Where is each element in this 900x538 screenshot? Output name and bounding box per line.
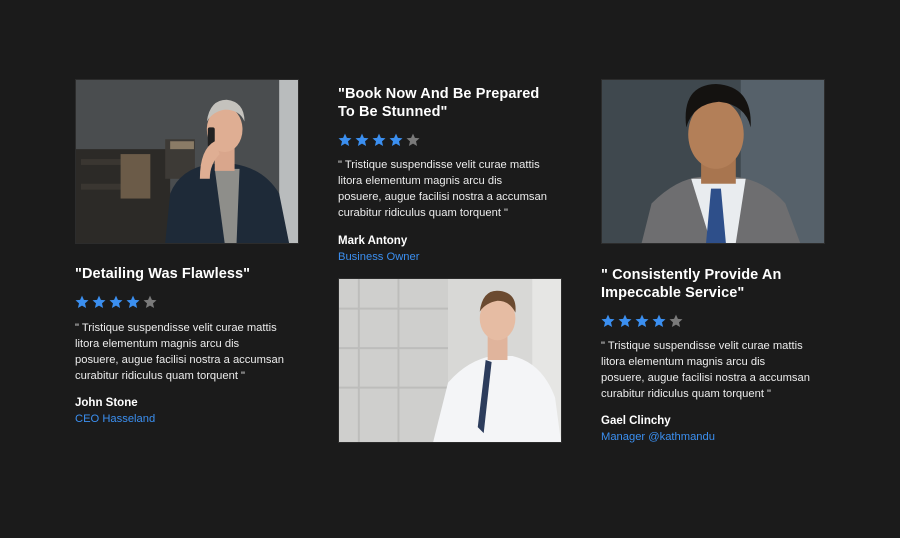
- star-filled-icon: [75, 295, 89, 308]
- star-filled-icon: [372, 133, 386, 146]
- title-line: To Be Stunned": [338, 104, 448, 120]
- quote-line: " Tristique suspendisse velit curae matt…: [601, 340, 803, 352]
- star-rating: [601, 314, 683, 328]
- testimonial-title: " Consistently Provide An Impeccable Ser…: [601, 266, 781, 302]
- author-name: Mark Antony: [338, 235, 408, 247]
- quote-line: curabitur ridiculus quam torquent ": [75, 370, 246, 382]
- title-line: Impeccable Service": [601, 285, 745, 301]
- author-name: John Stone: [75, 397, 138, 409]
- star-filled-icon: [601, 314, 615, 327]
- star-filled-icon: [92, 295, 106, 308]
- testimonial-title: "Book Now And Be Prepared To Be Stunned": [338, 85, 539, 121]
- star-filled-icon: [338, 133, 352, 146]
- star-rating: [75, 295, 157, 309]
- star-filled-icon: [389, 133, 403, 146]
- quote-line: posuere, augue facilisi nostra a accumsa…: [338, 191, 547, 203]
- author-role: CEO Hasseland: [75, 413, 156, 425]
- star-filled-icon: [618, 314, 632, 327]
- quote-line: " Tristique suspendisse velit curae matt…: [75, 322, 277, 334]
- quote-line: curabitur ridiculus quam torquent ": [338, 207, 509, 219]
- author-name: Gael Clinchy: [601, 415, 671, 427]
- photo-young-man-suit: [601, 79, 825, 244]
- author-role: Manager @kathmandu: [601, 431, 715, 443]
- testimonial-quote: " Tristique suspendisse velit curae matt…: [601, 338, 831, 402]
- photo-man-white-shirt: [338, 278, 562, 443]
- star-filled-icon: [652, 314, 666, 327]
- author-role: Business Owner: [338, 251, 420, 263]
- quote-line: curabitur ridiculus quam torquent ": [601, 388, 772, 400]
- star-filled-icon: [109, 295, 123, 308]
- testimonial-title: "Detailing Was Flawless": [75, 266, 251, 282]
- quote-line: " Tristique suspendisse velit curae matt…: [338, 159, 540, 171]
- quote-line: litora elementum magnis arcu dis: [601, 356, 766, 368]
- quote-line: litora elementum magnis arcu dis: [338, 175, 503, 187]
- star-empty-icon: [143, 295, 157, 308]
- star-filled-icon: [126, 295, 140, 308]
- quote-line: litora elementum magnis arcu dis: [75, 338, 240, 350]
- testimonial-quote: " Tristique suspendisse velit curae matt…: [338, 157, 568, 221]
- star-filled-icon: [355, 133, 369, 146]
- quote-line: posuere, augue facilisi nostra a accumsa…: [75, 354, 284, 366]
- star-filled-icon: [635, 314, 649, 327]
- star-rating: [338, 133, 420, 147]
- quote-line: posuere, augue facilisi nostra a accumsa…: [601, 372, 810, 384]
- photo-man-on-phone: [75, 79, 299, 244]
- star-empty-icon: [406, 133, 420, 146]
- testimonial-quote: " Tristique suspendisse velit curae matt…: [75, 320, 305, 384]
- star-empty-icon: [669, 314, 683, 327]
- title-line: " Consistently Provide An: [601, 267, 782, 283]
- title-line: "Book Now And Be Prepared: [338, 86, 540, 102]
